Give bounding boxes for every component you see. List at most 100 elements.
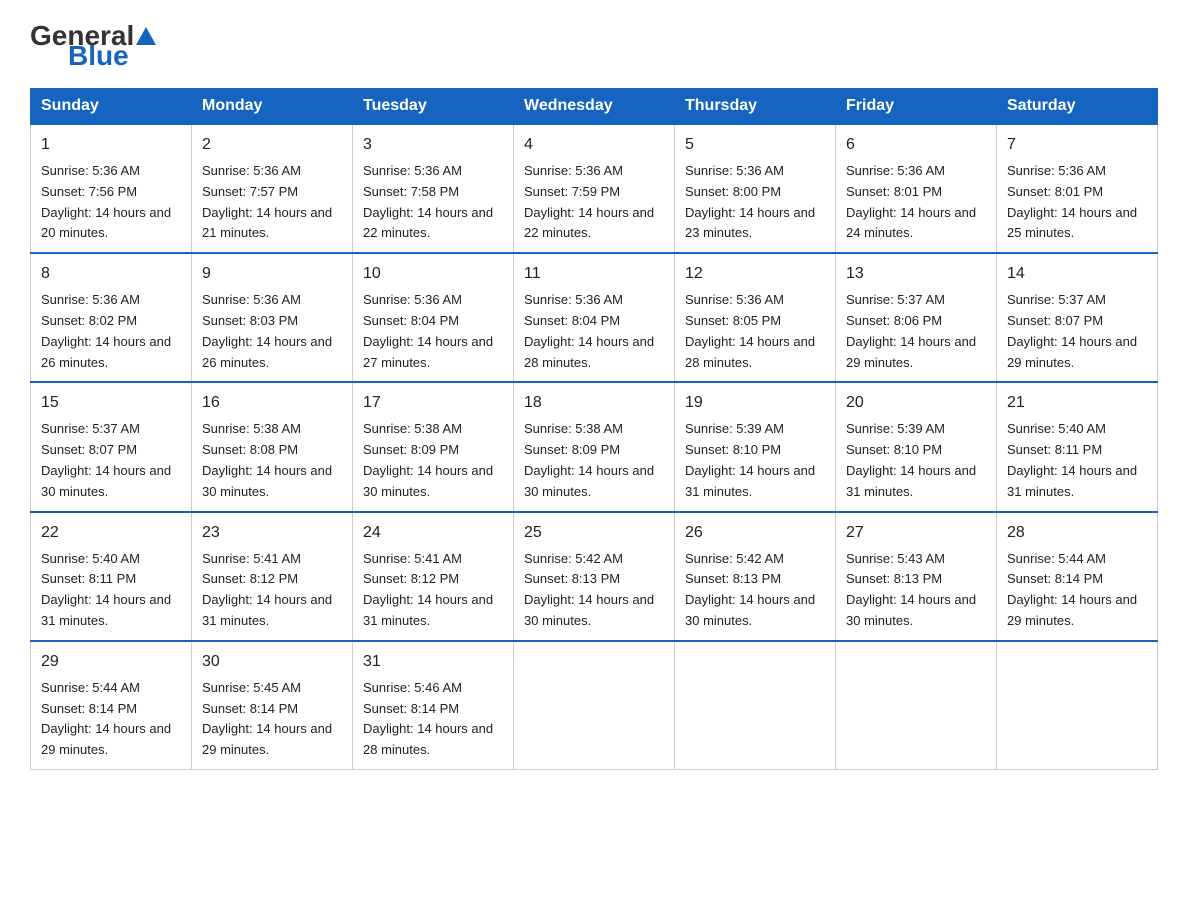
calendar-day-cell: 26 Sunrise: 5:42 AM Sunset: 8:13 PM Dayl…: [675, 512, 836, 641]
day-info: Sunrise: 5:42 AM Sunset: 8:13 PM Dayligh…: [685, 551, 815, 628]
day-number: 19: [685, 391, 825, 415]
calendar-day-cell: 31 Sunrise: 5:46 AM Sunset: 8:14 PM Dayl…: [353, 641, 514, 770]
day-number: 6: [846, 133, 986, 157]
page-header: General Blue: [30, 20, 1158, 72]
day-info: Sunrise: 5:40 AM Sunset: 8:11 PM Dayligh…: [1007, 421, 1137, 498]
day-number: 21: [1007, 391, 1147, 415]
day-number: 15: [41, 391, 181, 415]
calendar-day-cell: 30 Sunrise: 5:45 AM Sunset: 8:14 PM Dayl…: [192, 641, 353, 770]
day-info: Sunrise: 5:36 AM Sunset: 8:01 PM Dayligh…: [1007, 163, 1137, 240]
day-info: Sunrise: 5:38 AM Sunset: 8:08 PM Dayligh…: [202, 421, 332, 498]
day-number: 20: [846, 391, 986, 415]
calendar-header-row: SundayMondayTuesdayWednesdayThursdayFrid…: [31, 89, 1158, 125]
header-friday: Friday: [836, 89, 997, 125]
day-info: Sunrise: 5:38 AM Sunset: 8:09 PM Dayligh…: [363, 421, 493, 498]
day-info: Sunrise: 5:40 AM Sunset: 8:11 PM Dayligh…: [41, 551, 171, 628]
day-info: Sunrise: 5:36 AM Sunset: 8:02 PM Dayligh…: [41, 292, 171, 369]
calendar-day-cell: 15 Sunrise: 5:37 AM Sunset: 8:07 PM Dayl…: [31, 382, 192, 511]
calendar-day-cell: 4 Sunrise: 5:36 AM Sunset: 7:59 PM Dayli…: [514, 124, 675, 253]
day-info: Sunrise: 5:36 AM Sunset: 8:00 PM Dayligh…: [685, 163, 815, 240]
calendar-day-cell: 29 Sunrise: 5:44 AM Sunset: 8:14 PM Dayl…: [31, 641, 192, 770]
calendar-day-cell: 8 Sunrise: 5:36 AM Sunset: 8:02 PM Dayli…: [31, 253, 192, 382]
calendar-day-cell: 11 Sunrise: 5:36 AM Sunset: 8:04 PM Dayl…: [514, 253, 675, 382]
day-info: Sunrise: 5:36 AM Sunset: 8:04 PM Dayligh…: [524, 292, 654, 369]
calendar-day-cell: 2 Sunrise: 5:36 AM Sunset: 7:57 PM Dayli…: [192, 124, 353, 253]
calendar-day-cell: 23 Sunrise: 5:41 AM Sunset: 8:12 PM Dayl…: [192, 512, 353, 641]
day-number: 9: [202, 262, 342, 286]
logo: General Blue: [30, 20, 158, 72]
day-number: 10: [363, 262, 503, 286]
day-number: 3: [363, 133, 503, 157]
day-info: Sunrise: 5:37 AM Sunset: 8:07 PM Dayligh…: [41, 421, 171, 498]
day-info: Sunrise: 5:37 AM Sunset: 8:07 PM Dayligh…: [1007, 292, 1137, 369]
calendar-day-cell: 24 Sunrise: 5:41 AM Sunset: 8:12 PM Dayl…: [353, 512, 514, 641]
calendar-empty-cell: [997, 641, 1158, 770]
day-number: 13: [846, 262, 986, 286]
day-info: Sunrise: 5:36 AM Sunset: 8:03 PM Dayligh…: [202, 292, 332, 369]
day-number: 11: [524, 262, 664, 286]
day-info: Sunrise: 5:43 AM Sunset: 8:13 PM Dayligh…: [846, 551, 976, 628]
day-number: 29: [41, 650, 181, 674]
calendar-day-cell: 18 Sunrise: 5:38 AM Sunset: 8:09 PM Dayl…: [514, 382, 675, 511]
day-number: 30: [202, 650, 342, 674]
logo-triangle-icon: [136, 27, 156, 45]
calendar-day-cell: 13 Sunrise: 5:37 AM Sunset: 8:06 PM Dayl…: [836, 253, 997, 382]
calendar-week-row: 15 Sunrise: 5:37 AM Sunset: 8:07 PM Dayl…: [31, 382, 1158, 511]
day-info: Sunrise: 5:44 AM Sunset: 8:14 PM Dayligh…: [41, 680, 171, 757]
day-info: Sunrise: 5:39 AM Sunset: 8:10 PM Dayligh…: [685, 421, 815, 498]
day-info: Sunrise: 5:41 AM Sunset: 8:12 PM Dayligh…: [363, 551, 493, 628]
day-info: Sunrise: 5:39 AM Sunset: 8:10 PM Dayligh…: [846, 421, 976, 498]
calendar-empty-cell: [514, 641, 675, 770]
day-number: 14: [1007, 262, 1147, 286]
day-info: Sunrise: 5:46 AM Sunset: 8:14 PM Dayligh…: [363, 680, 493, 757]
day-info: Sunrise: 5:36 AM Sunset: 8:04 PM Dayligh…: [363, 292, 493, 369]
day-info: Sunrise: 5:36 AM Sunset: 8:05 PM Dayligh…: [685, 292, 815, 369]
day-info: Sunrise: 5:38 AM Sunset: 8:09 PM Dayligh…: [524, 421, 654, 498]
day-number: 26: [685, 521, 825, 545]
header-sunday: Sunday: [31, 89, 192, 125]
calendar-day-cell: 7 Sunrise: 5:36 AM Sunset: 8:01 PM Dayli…: [997, 124, 1158, 253]
day-info: Sunrise: 5:41 AM Sunset: 8:12 PM Dayligh…: [202, 551, 332, 628]
calendar-day-cell: 21 Sunrise: 5:40 AM Sunset: 8:11 PM Dayl…: [997, 382, 1158, 511]
day-number: 4: [524, 133, 664, 157]
calendar-day-cell: 27 Sunrise: 5:43 AM Sunset: 8:13 PM Dayl…: [836, 512, 997, 641]
day-number: 5: [685, 133, 825, 157]
calendar-week-row: 1 Sunrise: 5:36 AM Sunset: 7:56 PM Dayli…: [31, 124, 1158, 253]
day-info: Sunrise: 5:37 AM Sunset: 8:06 PM Dayligh…: [846, 292, 976, 369]
day-number: 28: [1007, 521, 1147, 545]
header-thursday: Thursday: [675, 89, 836, 125]
calendar-week-row: 29 Sunrise: 5:44 AM Sunset: 8:14 PM Dayl…: [31, 641, 1158, 770]
header-tuesday: Tuesday: [353, 89, 514, 125]
day-info: Sunrise: 5:36 AM Sunset: 8:01 PM Dayligh…: [846, 163, 976, 240]
header-monday: Monday: [192, 89, 353, 125]
day-info: Sunrise: 5:36 AM Sunset: 7:59 PM Dayligh…: [524, 163, 654, 240]
calendar-day-cell: 9 Sunrise: 5:36 AM Sunset: 8:03 PM Dayli…: [192, 253, 353, 382]
calendar-empty-cell: [836, 641, 997, 770]
calendar-empty-cell: [675, 641, 836, 770]
calendar-day-cell: 10 Sunrise: 5:36 AM Sunset: 8:04 PM Dayl…: [353, 253, 514, 382]
day-info: Sunrise: 5:44 AM Sunset: 8:14 PM Dayligh…: [1007, 551, 1137, 628]
day-number: 16: [202, 391, 342, 415]
day-number: 22: [41, 521, 181, 545]
day-number: 8: [41, 262, 181, 286]
calendar-day-cell: 28 Sunrise: 5:44 AM Sunset: 8:14 PM Dayl…: [997, 512, 1158, 641]
calendar-day-cell: 14 Sunrise: 5:37 AM Sunset: 8:07 PM Dayl…: [997, 253, 1158, 382]
day-number: 18: [524, 391, 664, 415]
day-info: Sunrise: 5:42 AM Sunset: 8:13 PM Dayligh…: [524, 551, 654, 628]
calendar-day-cell: 1 Sunrise: 5:36 AM Sunset: 7:56 PM Dayli…: [31, 124, 192, 253]
day-info: Sunrise: 5:36 AM Sunset: 7:58 PM Dayligh…: [363, 163, 493, 240]
header-saturday: Saturday: [997, 89, 1158, 125]
day-number: 25: [524, 521, 664, 545]
calendar-week-row: 22 Sunrise: 5:40 AM Sunset: 8:11 PM Dayl…: [31, 512, 1158, 641]
day-info: Sunrise: 5:45 AM Sunset: 8:14 PM Dayligh…: [202, 680, 332, 757]
calendar-day-cell: 19 Sunrise: 5:39 AM Sunset: 8:10 PM Dayl…: [675, 382, 836, 511]
header-wednesday: Wednesday: [514, 89, 675, 125]
calendar-day-cell: 6 Sunrise: 5:36 AM Sunset: 8:01 PM Dayli…: [836, 124, 997, 253]
calendar-day-cell: 3 Sunrise: 5:36 AM Sunset: 7:58 PM Dayli…: [353, 124, 514, 253]
calendar-day-cell: 17 Sunrise: 5:38 AM Sunset: 8:09 PM Dayl…: [353, 382, 514, 511]
calendar-day-cell: 20 Sunrise: 5:39 AM Sunset: 8:10 PM Dayl…: [836, 382, 997, 511]
day-number: 23: [202, 521, 342, 545]
day-number: 31: [363, 650, 503, 674]
calendar-day-cell: 22 Sunrise: 5:40 AM Sunset: 8:11 PM Dayl…: [31, 512, 192, 641]
day-info: Sunrise: 5:36 AM Sunset: 7:56 PM Dayligh…: [41, 163, 171, 240]
